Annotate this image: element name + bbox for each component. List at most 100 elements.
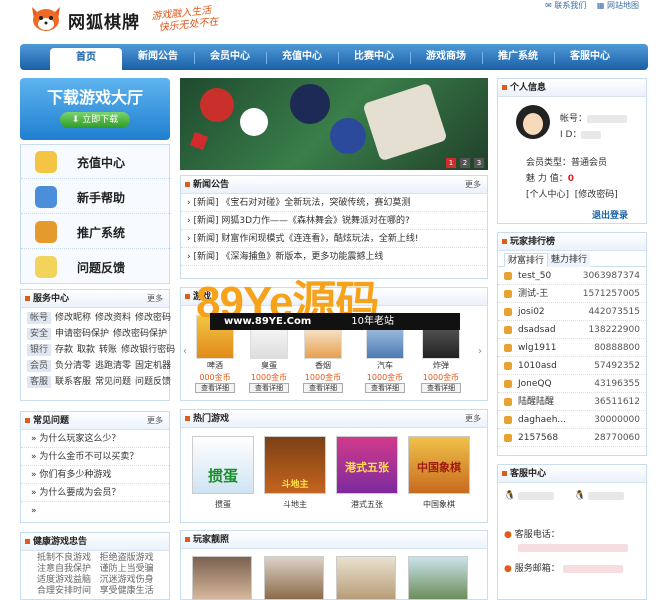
rank-row[interactable]: JoneQQ 43196355 bbox=[498, 375, 646, 393]
game-art-label: 斗地主 bbox=[281, 480, 309, 490]
service-link[interactable]: 修改昵称 bbox=[55, 313, 91, 323]
rank-row[interactable]: dsadsad 138222900 bbox=[498, 321, 646, 339]
tab-wealth-rank[interactable]: 财富排行 bbox=[504, 253, 549, 267]
quick-promotion[interactable]: 推广系统 bbox=[21, 215, 171, 249]
nav-mall[interactable]: 游戏商场 bbox=[410, 44, 482, 70]
service-link[interactable]: 修改资料 bbox=[95, 313, 131, 323]
fox-logo-icon bbox=[32, 7, 60, 31]
nav-recharge[interactable]: 充值中心 bbox=[266, 44, 338, 70]
nav-service[interactable]: 客服中心 bbox=[554, 44, 626, 70]
promo-banner-carousel[interactable]: 1 2 3 bbox=[180, 78, 488, 170]
health-line: 适度游戏益脑 沉迷游戏伤身 bbox=[37, 575, 154, 585]
game-guandan-image[interactable]: 掼蛋 bbox=[192, 436, 254, 494]
news-item[interactable]: › [新闻] 《宝石对对碰》全新玩法，突破传统，赛幻莫测 bbox=[181, 194, 487, 212]
user-icon bbox=[35, 221, 57, 243]
qq-contact[interactable]: 🐧 bbox=[574, 491, 625, 501]
faq-item[interactable]: » 为什么玩家这么少？ bbox=[21, 430, 169, 448]
news-item[interactable]: › [新闻] 财富作闲现模式《连连看》，酷炫玩法，全新上线! bbox=[181, 230, 487, 248]
service-link[interactable]: 问题反馈 bbox=[135, 377, 171, 387]
carousel-dot-1[interactable]: 1 bbox=[446, 158, 456, 168]
service-link[interactable]: 固定机器 bbox=[135, 361, 171, 371]
qq-contact[interactable]: 🐧 bbox=[504, 491, 555, 501]
game-hongkong-poker-image[interactable]: 港式五张 bbox=[336, 436, 398, 494]
view-detail-button[interactable]: 查看详细 bbox=[195, 383, 235, 393]
view-detail-button[interactable]: 查看详细 bbox=[303, 383, 343, 393]
carousel-dot-3[interactable]: 3 bbox=[474, 158, 484, 168]
nav-member[interactable]: 会员中心 bbox=[194, 44, 266, 70]
service-link[interactable]: 存款 bbox=[55, 345, 73, 355]
service-link[interactable]: 修改密码 bbox=[135, 313, 171, 323]
view-detail-button[interactable]: 查看详细 bbox=[421, 383, 461, 393]
carousel-dot-2[interactable]: 2 bbox=[460, 158, 470, 168]
game-name[interactable]: 斗地主 bbox=[264, 499, 326, 510]
nav-news[interactable]: 新闻公告 bbox=[122, 44, 194, 70]
quick-help[interactable]: 新手帮助 bbox=[21, 180, 171, 214]
service-row: 银行 存款 取款 转账 修改银行密码 bbox=[21, 342, 175, 358]
contact-link[interactable]: ✉ 联系我们 bbox=[545, 1, 586, 10]
product-name: 啤酒 bbox=[207, 361, 223, 370]
rank-row[interactable]: 陆醒陆醒 36511612 bbox=[498, 393, 646, 411]
service-title: 服务中心 bbox=[33, 294, 70, 304]
faq-item[interactable]: » 你们有多少种游戏 bbox=[21, 466, 169, 484]
quick-links: 充值中心 新手帮助 推广系统 问题反馈 bbox=[20, 144, 171, 284]
service-link[interactable]: 修改银行密码 bbox=[121, 345, 175, 355]
rank-row[interactable]: wlg1911 80888800 bbox=[498, 339, 646, 357]
view-detail-button[interactable]: 查看详细 bbox=[365, 383, 405, 393]
hot-games-title: 热门游戏 bbox=[193, 414, 230, 424]
user-info-box: 个人信息 帐号： I D： 会员类型：普通会员 魅 力 值：0 [个人中心] [… bbox=[497, 78, 647, 224]
news-item[interactable]: › [新闻] 网狐3D力作——《森林舞会》锐舞派对在哪的? bbox=[181, 212, 487, 230]
game-chinese-chess-image[interactable]: 中国象棋 bbox=[408, 436, 470, 494]
service-link[interactable]: 逃跑清零 bbox=[95, 361, 131, 371]
service-link[interactable]: 常见问题 bbox=[95, 377, 131, 387]
rank-row[interactable]: 测试-王 1571257005 bbox=[498, 285, 646, 303]
tab-charm-rank[interactable]: 魅力排行 bbox=[548, 253, 591, 267]
coin-icon bbox=[35, 151, 57, 173]
rank-row[interactable]: 2157568 28770060 bbox=[498, 429, 646, 447]
user-center-link[interactable]: [个人中心] bbox=[526, 190, 569, 200]
quick-recharge[interactable]: 充值中心 bbox=[21, 145, 171, 179]
news-more-link[interactable]: 更多 bbox=[465, 176, 481, 194]
view-detail-button[interactable]: 查看详细 bbox=[249, 383, 289, 393]
player-photo[interactable] bbox=[408, 556, 468, 600]
service-link[interactable]: 转账 bbox=[99, 345, 117, 355]
rank-row[interactable]: 1010asd 57492352 bbox=[498, 357, 646, 375]
avatar bbox=[516, 105, 550, 139]
service-link[interactable]: 取款 bbox=[77, 345, 95, 355]
rank-row[interactable]: test_50 3063987374 bbox=[498, 267, 646, 285]
site-logo-text[interactable]: 网狐棋牌 bbox=[68, 8, 140, 33]
game-name[interactable]: 掼蛋 bbox=[192, 499, 254, 510]
nav-home[interactable]: 首页 bbox=[50, 48, 122, 70]
service-link[interactable]: 修改密码保护 bbox=[113, 329, 167, 339]
game-name[interactable]: 港式五张 bbox=[336, 499, 398, 510]
faq-more-link[interactable]: 更多 bbox=[147, 412, 163, 430]
download-title: 下载游戏大厅 bbox=[46, 88, 143, 107]
change-password-link[interactable]: [修改密码] bbox=[575, 190, 618, 200]
download-lobby-banner[interactable]: 下载游戏大厅 ⬇ 立即下载 bbox=[20, 78, 170, 140]
nav-match[interactable]: 比赛中心 bbox=[338, 44, 410, 70]
quick-feedback[interactable]: 问题反馈 bbox=[21, 250, 171, 284]
logout-link[interactable]: 退出登录 bbox=[592, 208, 628, 221]
faq-item[interactable]: » 为什么金币不可以买卖？ bbox=[21, 448, 169, 466]
hand-with-cards-icon bbox=[362, 82, 448, 162]
player-photo[interactable] bbox=[336, 556, 396, 600]
game-doudizhu-image[interactable]: 斗地主 bbox=[264, 436, 326, 494]
player-photo[interactable] bbox=[264, 556, 324, 600]
sitemap-link[interactable]: ▦ 网站地图 bbox=[597, 1, 639, 10]
service-more-link[interactable]: 更多 bbox=[147, 290, 163, 308]
slogan: 游戏融入生活 快乐无处不在 bbox=[151, 5, 219, 36]
hot-games-more-link[interactable]: 更多 bbox=[465, 410, 481, 428]
download-now-button[interactable]: ⬇ 立即下载 bbox=[60, 112, 130, 128]
rank-row[interactable]: josi02 442073515 bbox=[498, 303, 646, 321]
service-link[interactable]: 负分清零 bbox=[55, 361, 91, 371]
nav-promotion[interactable]: 推广系统 bbox=[482, 44, 554, 70]
health-line: 注意自我保护 谨防上当受骗 bbox=[37, 564, 154, 574]
scroll-left-arrow-icon[interactable]: ‹ bbox=[183, 346, 187, 357]
service-link[interactable]: 申请密码保护 bbox=[55, 329, 109, 339]
news-item[interactable]: › [新闻] 《深海捕鱼》新版本，更多功能震撼上线 bbox=[181, 248, 487, 266]
game-name[interactable]: 中国象棋 bbox=[408, 499, 470, 510]
faq-item[interactable]: » 为什么要成为会员？ bbox=[21, 484, 169, 502]
rank-row[interactable]: daghaeh... 30000000 bbox=[498, 411, 646, 429]
service-link[interactable]: 联系客服 bbox=[55, 377, 91, 387]
player-photo[interactable] bbox=[192, 556, 252, 600]
scroll-right-arrow-icon[interactable]: › bbox=[478, 346, 482, 357]
